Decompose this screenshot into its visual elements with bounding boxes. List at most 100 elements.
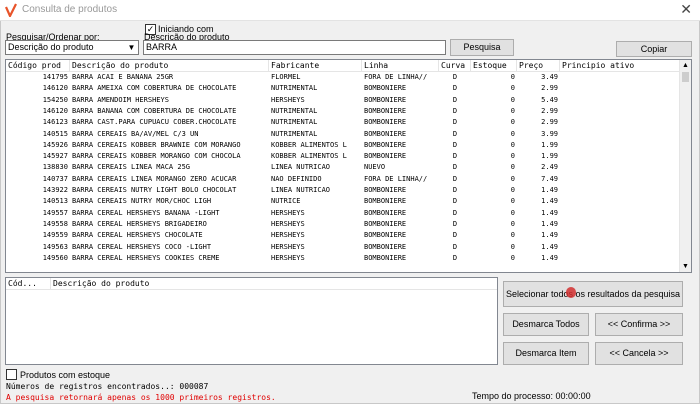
- search-button[interactable]: Pesquisa: [450, 39, 514, 56]
- results-grid[interactable]: Código prod Descrição do produto Fabrica…: [5, 59, 692, 273]
- cell-line: BOMBONIERE: [364, 197, 407, 206]
- cell-code: 149558: [42, 219, 68, 228]
- cell-manufacturer: HERSHEYS: [271, 253, 305, 262]
- cell-code: 149560: [42, 253, 68, 262]
- cell-price: 2.49: [541, 163, 558, 172]
- cell-active-ingredient: [560, 151, 680, 162]
- table-row[interactable]: 145927 BARRA CEREAIS KOBBER MORANGO COM C…: [6, 151, 680, 162]
- col-header-stock[interactable]: Estoque: [471, 60, 517, 72]
- cell-stock: 0: [510, 219, 515, 228]
- table-row[interactable]: 146120 BARRA AMEIXA COM COBERTURA DE CHOC…: [6, 83, 680, 94]
- cell-manufacturer: HERSHEYS: [271, 95, 305, 104]
- cell-code: 145926: [42, 140, 68, 149]
- table-row[interactable]: 138830 BARRA CEREAIS LINEA MACA 25G LINEA …: [6, 162, 680, 173]
- sel-col-header-description[interactable]: Descrição do produto: [51, 278, 497, 290]
- table-row[interactable]: 145926 BARRA CEREAIS KOBBER BRAWNIE COM M…: [6, 140, 680, 151]
- table-row[interactable]: 140513 BARRA CEREAIS NUTRY MOR/CHOC LIGH N…: [6, 196, 680, 207]
- col-header-price[interactable]: Preço: [517, 60, 560, 72]
- cell-stock: 0: [510, 231, 515, 240]
- cell-line: BOMBONIERE: [364, 106, 407, 115]
- cell-line: BOMBONIERE: [364, 219, 407, 228]
- cell-manufacturer: HERSHEYS: [271, 219, 305, 228]
- cell-curve: D: [452, 152, 458, 161]
- stock-only-label: Produtos com estoque: [20, 370, 111, 380]
- cell-price: 1.49: [541, 231, 558, 240]
- cell-line: BOMBONIERE: [364, 118, 407, 127]
- results-vertical-scrollbar[interactable]: ▲ ▼: [679, 60, 691, 272]
- cell-manufacturer: HERSHEYS: [271, 208, 305, 217]
- search-input[interactable]: BARRA: [143, 40, 446, 55]
- cell-description: BARRA CEREAIS KOBBER BRAWNIE COM MORANGO: [72, 140, 241, 149]
- order-by-value: Descrição do produto: [8, 42, 94, 52]
- table-row[interactable]: 154250 BARRA AMENDOIM HERSHEYS HERSHEYS BOM…: [6, 95, 680, 106]
- cell-description: BARRA CEREAL HERSHEYS CHOCOLATE: [72, 231, 203, 240]
- cell-active-ingredient: [560, 219, 680, 230]
- cell-curve: D: [452, 242, 458, 251]
- table-row[interactable]: 149559 BARRA CEREAL HERSHEYS CHOCOLATE HER…: [6, 230, 680, 241]
- cell-stock: 0: [510, 118, 515, 127]
- cell-active-ingredient: [560, 230, 680, 241]
- table-row[interactable]: 140515 BARRA CEREAIS BA/AV/MEL C/3 UN NUTR…: [6, 129, 680, 140]
- cell-active-ingredient: [560, 83, 680, 94]
- col-header-code[interactable]: Código prod: [6, 60, 70, 72]
- col-header-manufacturer[interactable]: Fabricante: [269, 60, 362, 72]
- cell-price: 1.49: [541, 242, 558, 251]
- table-row[interactable]: 149563 BARRA CEREAL HERSHEYS COCO -LIGHT H…: [6, 242, 680, 253]
- unmark-item-button[interactable]: Desmarca Item: [503, 342, 589, 365]
- table-row[interactable]: 146120 BARRA BANANA COM COBERTURA DE CHOC…: [6, 106, 680, 117]
- chevron-down-icon[interactable]: ▼: [126, 42, 137, 53]
- cell-curve: D: [452, 95, 458, 104]
- table-row[interactable]: 149558 BARRA CEREAL HERSHEYS BRIGADEIRO HE…: [6, 219, 680, 230]
- cell-description: BARRA CEREAIS BA/AV/MEL C/3 UN: [72, 129, 199, 138]
- cell-description: BARRA CAST.PARA CUPUACU COBER.CHOCOLATE: [72, 118, 237, 127]
- cell-description: BARRA AMENDOIM HERSHEYS: [72, 95, 169, 104]
- cell-price: 1.99: [541, 140, 558, 149]
- order-by-select[interactable]: Descrição do produto ▼: [5, 40, 139, 55]
- cell-active-ingredient: [560, 117, 680, 128]
- cell-price: 3.49: [541, 73, 558, 81]
- table-row[interactable]: 149560 BARRA CEREAL HERSHEYS COOKIES CREM…: [6, 253, 680, 264]
- cell-stock: 0: [510, 208, 515, 217]
- cell-code: 146120: [42, 106, 68, 115]
- stock-only-checkbox[interactable]: [6, 369, 17, 380]
- cell-description: BARRA CEREAIS NUTRY LIGHT BOLO CHOCOLAT: [72, 186, 237, 194]
- col-header-description[interactable]: Descrição do produto: [70, 60, 269, 72]
- scroll-down-icon[interactable]: ▼: [682, 263, 689, 270]
- table-row[interactable]: 143922 BARRA CEREAIS NUTRY LIGHT BOLO CHO…: [6, 185, 680, 196]
- cell-line: BOMBONIERE: [364, 208, 407, 217]
- results-limit-warning: A pesquisa retornará apenas os 1000 prim…: [6, 393, 276, 402]
- copy-button[interactable]: Copiar: [616, 41, 692, 57]
- select-all-results-button[interactable]: Selecionar todos os resultados da pesqui…: [503, 281, 683, 307]
- cell-line: BOMBONIERE: [364, 186, 407, 194]
- records-count: Números de registros encontrados..: 0000…: [6, 382, 209, 391]
- cell-manufacturer: KOBBER ALIMENTOS L: [271, 140, 347, 149]
- cell-active-ingredient: [560, 174, 680, 185]
- cell-price: 3.99: [541, 129, 558, 138]
- close-icon[interactable]: ✕: [680, 1, 692, 18]
- cell-curve: D: [452, 84, 458, 93]
- confirm-button[interactable]: << Confirma >>: [595, 313, 683, 336]
- cell-code: 140737: [42, 174, 68, 183]
- cell-stock: 0: [510, 84, 515, 93]
- search-input-value: BARRA: [146, 42, 178, 52]
- cell-manufacturer: HERSHEYS: [271, 231, 305, 240]
- table-row[interactable]: 146123 BARRA CAST.PARA CUPUACU COBER.CHOC…: [6, 117, 680, 128]
- col-header-curve[interactable]: Curva: [439, 60, 471, 72]
- table-row[interactable]: 141795 BARRA ACAI E BANANA 25GR FLORMEL FOR…: [6, 72, 680, 83]
- sel-col-header-code[interactable]: Cód...: [6, 278, 51, 290]
- cell-curve: D: [452, 253, 458, 262]
- cell-curve: D: [452, 197, 458, 206]
- results-grid-header: Código prod Descrição do produto Fabrica…: [6, 60, 691, 72]
- cell-code: 140513: [42, 197, 68, 206]
- col-header-line[interactable]: Linha: [362, 60, 439, 72]
- unmark-all-button[interactable]: Desmarca Todos: [503, 313, 589, 336]
- cell-description: BARRA CEREAIS KOBBER MORANGO COM CHOCOLA: [72, 152, 241, 161]
- table-row[interactable]: 149557 BARRA CEREAL HERSHEYS BANANA -LIGH…: [6, 208, 680, 219]
- scroll-up-icon[interactable]: ▲: [682, 62, 689, 69]
- scroll-thumb[interactable]: [682, 72, 689, 82]
- selected-items-grid[interactable]: Cód... Descrição do produto: [5, 277, 498, 365]
- col-header-active-ingredient[interactable]: Principio ativo: [560, 60, 680, 72]
- cancel-button[interactable]: << Cancela >>: [595, 342, 683, 365]
- cell-active-ingredient: [560, 140, 680, 151]
- table-row[interactable]: 140737 BARRA CEREAIS LINEA MORANGO ZERO A…: [6, 174, 680, 185]
